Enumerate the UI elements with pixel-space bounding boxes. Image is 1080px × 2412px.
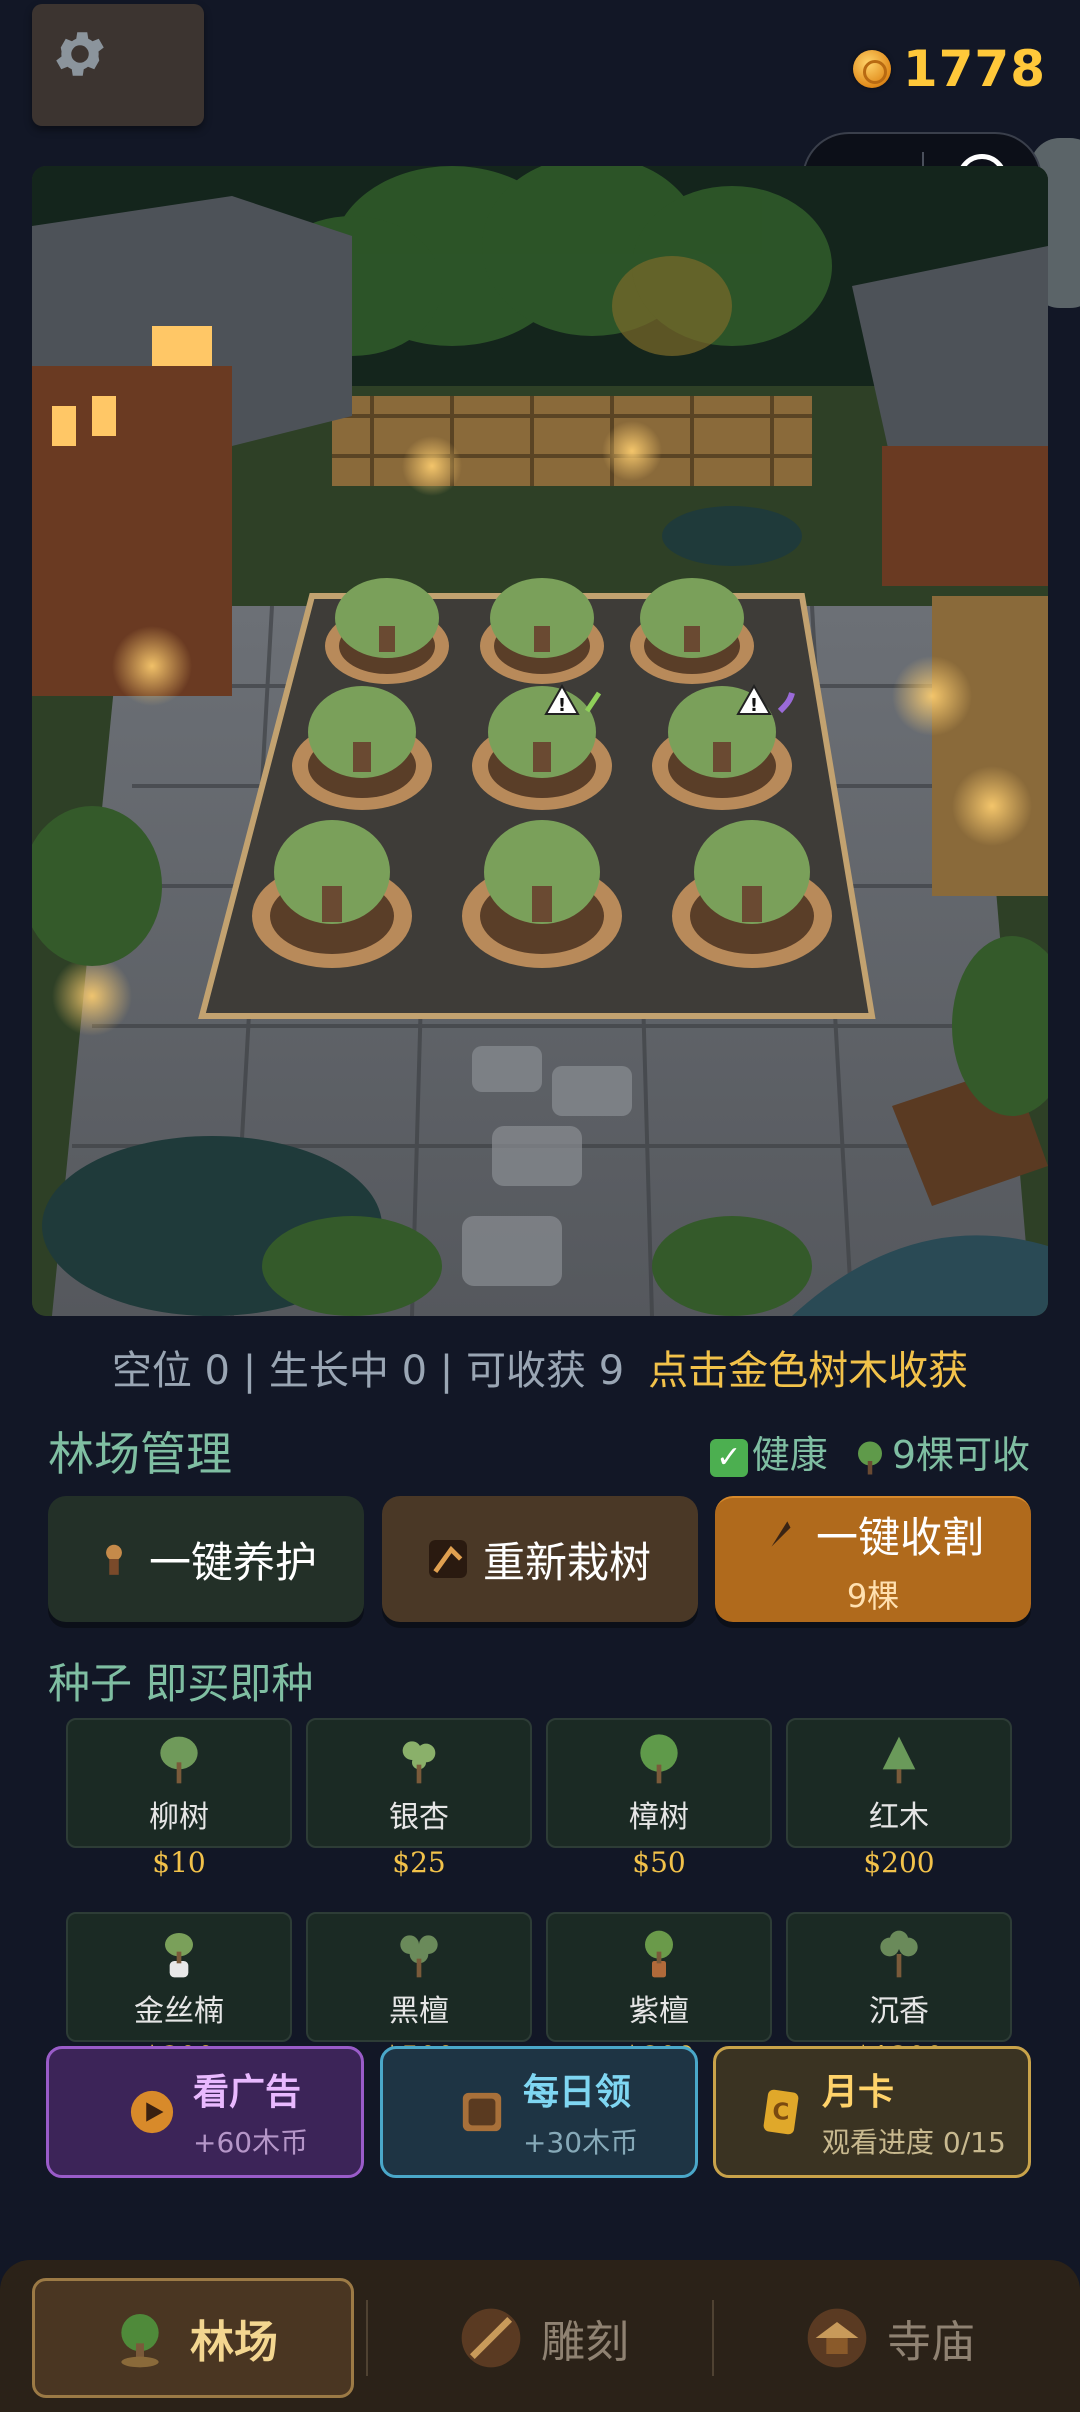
gold-coin-icon	[852, 50, 891, 88]
harvest-label: 一键收割	[815, 1512, 984, 1562]
tab-carving-label: 雕刻	[541, 2317, 629, 2368]
coin-amount: 1778	[902, 40, 1046, 98]
harvest-count: 9棵	[846, 1576, 900, 1615]
seeds-title: 种子 即买即种	[48, 1659, 314, 1708]
tab-divider	[712, 2300, 714, 2376]
plot-status-line: 空位 0 | 生长中 0 | 可收获 9 点击金色树木收获	[0, 1338, 1080, 1396]
seed-price: $10	[152, 1846, 206, 1879]
daily-claim-title: 每日领	[523, 2072, 632, 2113]
play-icon	[130, 2090, 174, 2134]
seed-card-willow[interactable]: 柳树 $10	[66, 1718, 292, 1884]
seed-price: $25	[392, 1846, 446, 1879]
daily-claim-button[interactable]: 每日领 +30木币	[380, 2046, 698, 2178]
care-icon	[106, 1544, 122, 1575]
svg-text:!: !	[750, 695, 758, 716]
tab-forest[interactable]: 林场	[32, 2278, 354, 2398]
plot-counts: 空位 0 | 生长中 0 | 可收获 9	[111, 1348, 625, 1394]
tab-forest-label: 林场	[190, 2317, 278, 2368]
seed-price: $50	[632, 1846, 686, 1879]
camphor-icon	[640, 1734, 678, 1784]
tab-divider	[366, 2300, 368, 2376]
replant-label: 重新栽树	[482, 1537, 651, 1587]
tree-icon	[857, 1441, 882, 1474]
card-icon: C	[763, 2089, 799, 2135]
healthy-badge: ✓ 健康	[709, 1424, 828, 1479]
management-title: 林场管理	[48, 1427, 232, 1481]
seed-card-redwood[interactable]: 红木 $200	[786, 1718, 1012, 1884]
svg-text:C: C	[773, 2100, 790, 2126]
tab-carving[interactable]: 雕刻	[384, 2278, 704, 2398]
harvestable-badge: 9棵可收	[852, 1424, 1030, 1479]
book-icon	[462, 2092, 502, 2132]
one-click-care-button[interactable]: 一键养护	[48, 1496, 364, 1622]
forest-garden-scene[interactable]: ! !	[32, 166, 1048, 1316]
svg-text:!: !	[558, 695, 566, 716]
agarwood-icon	[880, 1930, 918, 1978]
tree-icon	[121, 2314, 159, 2368]
seed-grid: 柳树 $10 银杏 $25 樟树 $50 红木 $200 金丝楠 $300 黑檀…	[66, 1718, 1014, 2078]
seed-card-camphor[interactable]: 樟树 $50	[546, 1718, 772, 1884]
seed-price: $200	[863, 1846, 935, 1879]
ginkgo-icon	[402, 1741, 436, 1784]
carving-icon	[461, 2308, 521, 2368]
tab-temple[interactable]: 寺庙	[730, 2278, 1050, 2398]
bottom-tab-bar: 林场 雕刻 寺庙	[0, 2260, 1080, 2412]
temple-icon	[807, 2308, 867, 2368]
tab-temple-label: 寺庙	[887, 2317, 975, 2368]
checkbox-icon: ✓	[709, 1438, 748, 1477]
monthly-card-button[interactable]: C 月卡 观看进度 0/15	[713, 2046, 1031, 2178]
management-badges: ✓ 健康 9棵可收	[709, 1424, 1030, 1479]
replant-icon	[428, 1540, 467, 1578]
daily-claim-reward: +30木币	[523, 2126, 639, 2159]
care-label: 一键养护	[148, 1537, 317, 1587]
seed-card-ginkgo[interactable]: 银杏 $25	[306, 1718, 532, 1884]
harvest-hint: 点击金色树木收获	[648, 1348, 969, 1394]
monthly-card-title: 月卡	[822, 2072, 895, 2113]
ebony-icon	[400, 1935, 438, 1978]
watch-ad-title: 看广告	[193, 2072, 302, 2113]
settings-button[interactable]	[32, 4, 204, 126]
willow-icon	[160, 1736, 198, 1784]
replant-button[interactable]: 重新栽树	[382, 1496, 698, 1622]
monthly-card-progress: 观看进度 0/15	[822, 2126, 1006, 2159]
redwood-icon	[882, 1736, 916, 1784]
one-click-harvest-button[interactable]: 一键收割 9棵	[715, 1496, 1031, 1622]
coin-balance: 1778	[852, 40, 1046, 98]
watch-ad-reward: +60木币	[193, 2126, 309, 2159]
harvest-icon	[771, 1521, 791, 1547]
nanmu-icon	[165, 1933, 193, 1978]
gear-icon	[56, 32, 104, 76]
rosewood-icon	[645, 1930, 673, 1978]
watch-ad-button[interactable]: 看广告 +60木币	[46, 2046, 364, 2178]
